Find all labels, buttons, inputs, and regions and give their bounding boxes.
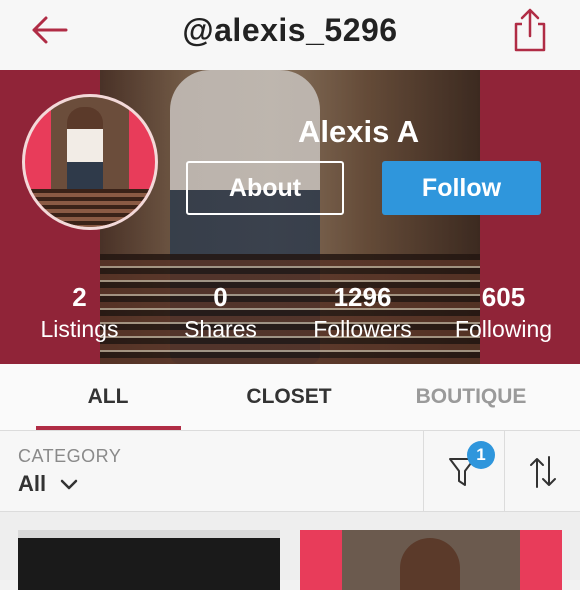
tab-closet[interactable]: CLOSET: [199, 364, 379, 430]
category-dropdown[interactable]: All: [18, 471, 78, 497]
stat-followers[interactable]: 1296 Followers: [290, 282, 435, 346]
stat-value: 2: [72, 282, 87, 312]
category-value: All: [18, 471, 47, 496]
share-icon: [514, 8, 546, 52]
tab-all[interactable]: ALL: [18, 364, 198, 430]
page-title: @alexis_5296: [182, 12, 398, 48]
filter-button[interactable]: 1: [424, 431, 504, 511]
tab-boutique[interactable]: BOUTIQUE: [381, 364, 561, 430]
sort-arrows-icon: [530, 456, 556, 488]
tab-bar: ALL CLOSET BOUTIQUE: [0, 364, 580, 431]
top-bar: @alexis_5296: [0, 0, 580, 71]
filter-bar: CATEGORY All 1: [0, 431, 580, 512]
stat-label: Followers: [313, 316, 412, 342]
avatar[interactable]: [22, 94, 158, 230]
follow-button[interactable]: Follow: [382, 161, 541, 215]
stat-value: 0: [213, 282, 228, 312]
filter-count-badge: 1: [467, 441, 495, 469]
stat-value: 1296: [333, 282, 392, 312]
share-button[interactable]: [508, 6, 552, 54]
about-button[interactable]: About: [186, 161, 344, 215]
stat-label: Listings: [40, 316, 119, 342]
stat-listings[interactable]: 2 Listings: [7, 282, 152, 346]
category-label: CATEGORY: [18, 446, 122, 466]
listing-grid: [0, 512, 580, 590]
active-tab-indicator: [36, 426, 181, 430]
stat-label: Shares: [184, 316, 257, 342]
stat-following[interactable]: 605 Following: [431, 282, 576, 346]
profile-name: Alexis A: [298, 114, 420, 149]
listing-card[interactable]: [300, 530, 562, 590]
sort-button[interactable]: [505, 431, 580, 511]
listing-card[interactable]: [18, 530, 280, 590]
stat-value: 605: [481, 282, 526, 312]
stat-label: Following: [454, 316, 553, 342]
profile-header: Alexis A About Follow 2 Listings 0 Share…: [0, 70, 580, 364]
chevron-down-icon: [61, 479, 78, 490]
stat-shares[interactable]: 0 Shares: [148, 282, 293, 346]
